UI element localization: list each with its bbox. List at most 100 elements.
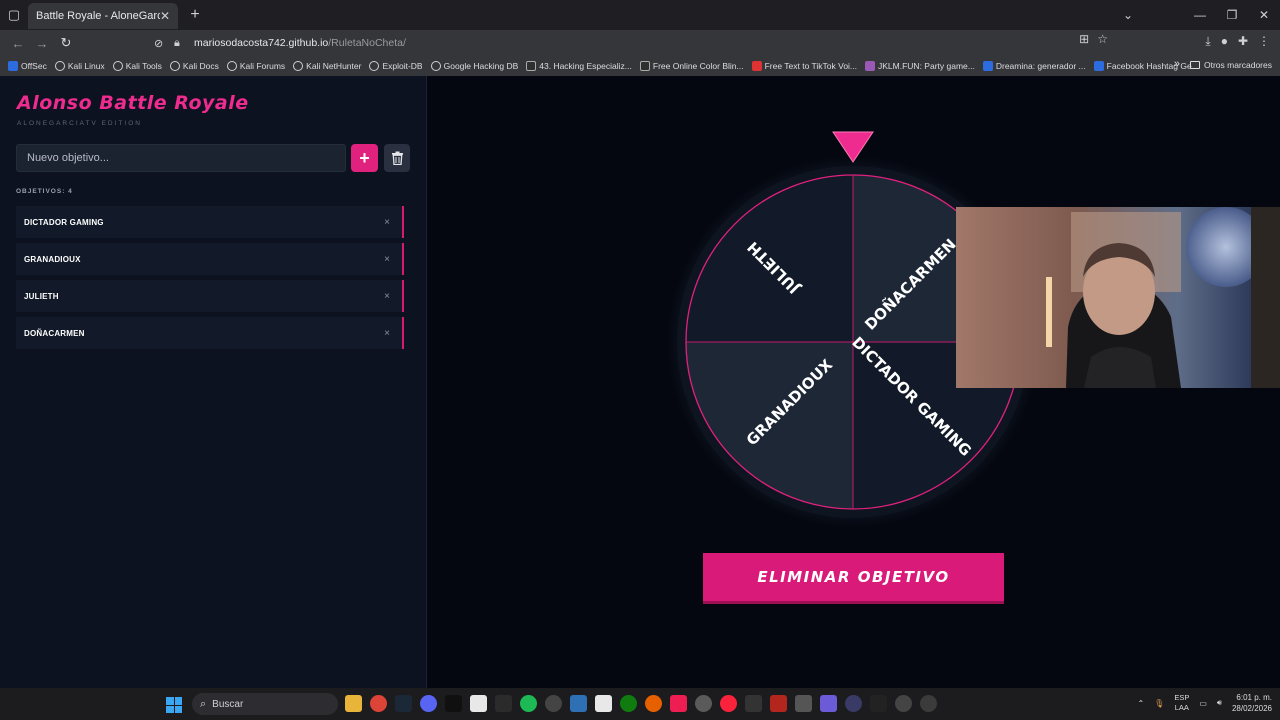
bookmark-item[interactable]: Free Online Color Blin... xyxy=(639,61,744,71)
list-item: DOÑACARMEN × xyxy=(16,317,404,349)
app-icon[interactable] xyxy=(570,695,587,712)
forward-icon[interactable]: → xyxy=(30,36,54,51)
discord-icon[interactable] xyxy=(420,695,437,712)
target-list: DICTADOR GAMING × GRANADIOUX × JULIETH ×… xyxy=(16,206,404,354)
target-name: DOÑACARMEN xyxy=(24,328,85,338)
tab-dropdown-icon[interactable]: ⌄ xyxy=(1112,8,1144,22)
app-4k-icon[interactable] xyxy=(545,695,562,712)
xbox-icon[interactable] xyxy=(620,695,637,712)
bookmark-item[interactable]: 43. Hacking Especializ... xyxy=(526,61,632,71)
streamer-figure xyxy=(956,207,1251,388)
clock[interactable]: 6:01 p. m. 28/02/2026 xyxy=(1232,692,1272,714)
bookmark-item[interactable]: Exploit-DB xyxy=(369,61,423,71)
address-bar[interactable]: ⊘ 🔒︎ mariosodacosta742.github.io/RuletaN… xyxy=(154,32,1104,54)
list-item: GRANADIOUX × xyxy=(16,243,404,275)
epic-games-icon[interactable] xyxy=(495,695,512,712)
app-icon[interactable] xyxy=(445,695,462,712)
bookmark-item[interactable]: Free Text to TikTok Voi... xyxy=(751,61,857,71)
app-icon[interactable] xyxy=(870,695,887,712)
eliminate-target-button[interactable]: ELIMINAR OBJETIVO xyxy=(703,553,1004,604)
browser-tab-bar: ▢ Battle Royale - AloneGarciatv ✕ + ⌄ — … xyxy=(0,0,1280,30)
chrome-icon[interactable] xyxy=(370,695,387,712)
bookmark-item[interactable]: Google Hacking DB xyxy=(430,61,518,71)
bookmarks-bar: OffSec Kali Linux Kali Tools Kali Docs K… xyxy=(0,56,1280,76)
spotify-icon[interactable] xyxy=(520,695,537,712)
filezilla-icon[interactable] xyxy=(770,695,787,712)
microphone-icon[interactable]: 🎙︎ xyxy=(1154,699,1164,708)
app-subtitle: ALONEGARCIATV EDITION xyxy=(17,120,142,127)
new-target-input[interactable] xyxy=(16,144,346,172)
target-name: DICTADOR GAMING xyxy=(24,217,104,227)
url-host: mariosodacosta742.github.io xyxy=(194,37,329,49)
bookmark-item[interactable]: Kali Tools xyxy=(112,61,162,71)
minimize-icon[interactable]: — xyxy=(1184,8,1216,22)
obs-icon[interactable] xyxy=(920,695,937,712)
volume-icon[interactable]: 🔊︎ xyxy=(1217,698,1222,708)
profile-icon[interactable]: ● xyxy=(1221,34,1228,49)
webcam-edge xyxy=(1251,207,1280,388)
bookmark-star-icon[interactable]: ☆ xyxy=(1097,32,1108,46)
more-bookmarks-icon[interactable]: » xyxy=(1174,58,1180,70)
windows-start-icon[interactable] xyxy=(166,697,182,713)
google-icon[interactable] xyxy=(595,695,612,712)
app-icon[interactable] xyxy=(695,695,712,712)
bookmark-item[interactable]: Kali Docs xyxy=(169,61,219,71)
target-count: OBJETIVOS: 4 xyxy=(16,188,73,195)
restore-icon[interactable]: ❐ xyxy=(1216,8,1248,22)
download-icon[interactable]: ⤓ xyxy=(1205,34,1210,49)
close-window-icon[interactable]: ✕ xyxy=(1248,8,1280,22)
chevron-up-icon[interactable]: ⌃ xyxy=(1137,699,1144,708)
globe-icon xyxy=(293,61,304,71)
sidebar: Alonso Battle Royale ALONEGARCIATV EDITI… xyxy=(0,76,427,688)
tab-list-icon[interactable]: ▢ xyxy=(0,0,28,30)
trash-icon[interactable] xyxy=(384,144,410,172)
add-target-button[interactable]: + xyxy=(351,144,378,172)
site-info-icon[interactable]: ⊘ xyxy=(154,37,174,50)
remove-target-icon[interactable]: × xyxy=(384,291,390,302)
capcut-icon[interactable] xyxy=(470,695,487,712)
close-tab-icon[interactable]: ✕ xyxy=(160,9,170,23)
firefox-icon[interactable] xyxy=(645,695,662,712)
back-icon[interactable]: ← xyxy=(6,36,30,51)
app-icon[interactable] xyxy=(895,695,912,712)
app-icon[interactable] xyxy=(795,695,812,712)
bookmark-item[interactable]: Kali Forums xyxy=(226,61,285,71)
bookmark-item[interactable]: Facebook Hashtag Ge... xyxy=(1093,61,1199,71)
tab-title: Battle Royale - AloneGarciatv xyxy=(36,10,160,22)
itunes-icon[interactable] xyxy=(720,695,737,712)
browser-toolbar: ← → ↻ ⊘ 🔒︎ mariosodacosta742.github.io/R… xyxy=(0,30,1280,56)
facebook-icon xyxy=(1093,61,1104,71)
new-tab-button[interactable]: + xyxy=(182,6,208,24)
globe-icon xyxy=(369,61,380,71)
monitor-icon[interactable]: ▭ xyxy=(1199,699,1207,708)
reload-icon[interactable]: ↻ xyxy=(54,35,78,51)
extensions-icon[interactable]: ✚ xyxy=(1238,34,1248,49)
globe-icon xyxy=(430,61,441,71)
bookmark-favicon-icon xyxy=(8,61,18,71)
bookmark-item[interactable]: OffSec xyxy=(8,61,47,71)
webcam-overlay xyxy=(956,207,1251,388)
app-icon[interactable] xyxy=(845,695,862,712)
remove-target-icon[interactable]: × xyxy=(384,254,390,265)
globe-icon xyxy=(169,61,180,71)
app-icon[interactable] xyxy=(820,695,837,712)
url-path: /RuletaNoCheta/ xyxy=(328,37,406,49)
other-bookmarks[interactable]: Otros marcadores xyxy=(1189,60,1272,70)
bookmark-item[interactable]: Kali NetHunter xyxy=(293,61,361,71)
steam-icon[interactable] xyxy=(395,695,412,712)
taskbar: ⌕ Buscar ⌃ 🎙︎ ESP LAA ▭ � xyxy=(0,688,1280,720)
language-indicator[interactable]: ESP LAA xyxy=(1174,693,1189,713)
translate-icon[interactable]: ⊞ xyxy=(1079,32,1089,46)
bookmark-item[interactable]: JKLM.FUN: Party game... xyxy=(865,61,975,71)
bookmark-item[interactable]: Dreamina: generador ... xyxy=(982,61,1086,71)
tiktok-icon[interactable] xyxy=(670,695,687,712)
browser-tab[interactable]: Battle Royale - AloneGarciatv ✕ xyxy=(28,3,178,29)
app-icon[interactable] xyxy=(745,695,762,712)
jklm-icon xyxy=(865,61,876,71)
menu-icon[interactable]: ⋮ xyxy=(1258,34,1270,49)
remove-target-icon[interactable]: × xyxy=(384,328,390,339)
file-explorer-icon[interactable] xyxy=(345,695,362,712)
taskbar-search[interactable]: ⌕ Buscar xyxy=(192,693,338,715)
bookmark-item[interactable]: Kali Linux xyxy=(54,61,105,71)
remove-target-icon[interactable]: × xyxy=(384,217,390,228)
